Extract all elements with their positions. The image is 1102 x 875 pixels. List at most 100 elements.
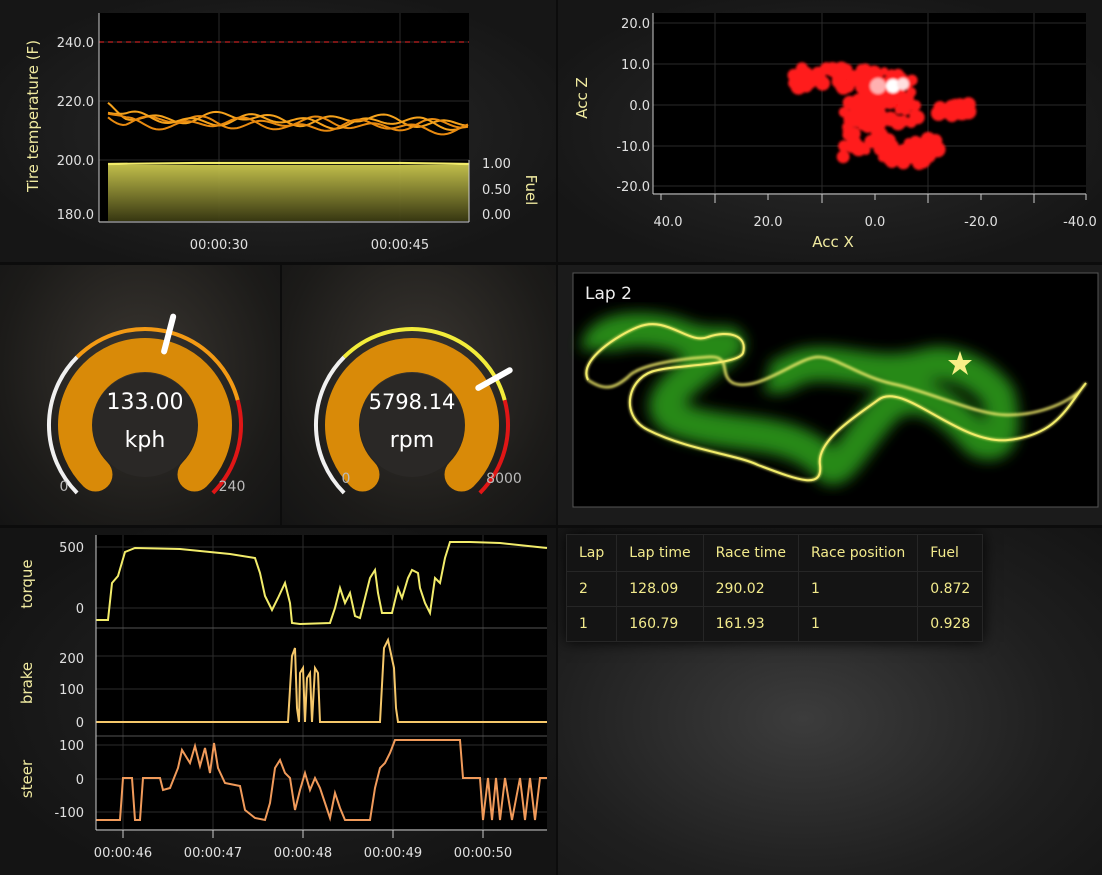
cell-lap-time: 128.09	[616, 571, 704, 607]
acc-point	[884, 148, 894, 158]
brake-tick: 200	[59, 652, 84, 667]
x-tick: 00:00:30	[190, 238, 248, 253]
acc-point	[836, 150, 850, 164]
acc-point	[860, 87, 870, 96]
cell-fuel: 0.872	[917, 571, 984, 607]
acc-point	[862, 100, 875, 113]
rpm-gauge[interactable]: 5798.14 rpm 0 8000	[282, 265, 556, 525]
y-tick: 20.0	[621, 17, 650, 32]
column-header-race-time[interactable]: Race time	[702, 534, 800, 572]
acc-point	[906, 87, 917, 98]
acc-point	[885, 96, 896, 108]
x-tick-marks	[660, 194, 1087, 203]
y-axis-label: Acc Z	[573, 77, 591, 119]
y-tick: 220.0	[57, 95, 94, 110]
acc-point	[799, 79, 813, 93]
acc-point	[906, 154, 916, 164]
column-header-fuel[interactable]: Fuel	[917, 534, 984, 572]
acc-point	[792, 69, 805, 82]
torque-tick: 0	[76, 602, 84, 617]
speed-gauge-panel: 133.00 kph 0 240	[0, 265, 280, 525]
acc-point	[909, 135, 922, 148]
fuel-line	[107, 161, 470, 166]
x-tick: 00:00:50	[454, 846, 512, 861]
acc-point	[845, 111, 858, 124]
fuel-tick: 0.00	[482, 208, 511, 223]
cell-fuel: 0.928	[917, 606, 984, 642]
acc-point	[846, 70, 856, 79]
fuel-tick: 0.50	[482, 183, 511, 198]
acc-point-current	[870, 78, 886, 94]
x-tick: 0.0	[865, 215, 886, 230]
column-header-lap-time[interactable]: Lap time	[616, 534, 704, 572]
acc-point	[873, 131, 882, 140]
torque-tick: 500	[59, 541, 84, 556]
x-tick: 00:00:49	[364, 846, 422, 861]
signals-chart[interactable]: 500 0 200 100 0 100 0 -100 00:00:46 00:0…	[0, 528, 556, 875]
acceleration-panel: 20.0 10.0 0.0 -10.0 -20.0 40.0 20.0 0.0 …	[558, 0, 1102, 262]
y-tick: -10.0	[616, 140, 650, 155]
cell-lap: 1	[565, 606, 618, 642]
track-map-panel: Lap 2	[558, 265, 1102, 525]
speed-unit: kph	[125, 428, 166, 453]
acc-point	[842, 129, 853, 141]
rpm-gauge-panel: 5798.14 rpm 0 8000	[282, 265, 556, 525]
x-tick: 40.0	[654, 215, 683, 230]
cell-race-time: 161.93	[702, 606, 800, 642]
acc-point	[829, 65, 843, 79]
y-tick: 0.0	[629, 99, 650, 114]
rpm-unit: rpm	[390, 428, 434, 453]
lap-title: Lap 2	[585, 284, 632, 304]
x-tick: 00:00:45	[371, 238, 429, 253]
fuel-tick: 1.00	[482, 157, 511, 172]
x-tick: -40.0	[1063, 215, 1097, 230]
y-axis-label: Tire temperature (F)	[24, 40, 42, 193]
y-tick: 200.0	[57, 154, 94, 169]
acc-point	[894, 106, 903, 115]
cell-lap: 2	[565, 571, 618, 607]
tire-temperature-panel: 240.0 220.0 200.0 180.0 1.00 0.50 0.00 0…	[0, 0, 556, 262]
x-axis-label: Acc X	[812, 233, 854, 251]
steer-tick: 0	[76, 773, 84, 788]
brake-tick: 0	[76, 716, 84, 731]
cell-race-position: 1	[798, 571, 919, 607]
speed-gauge[interactable]: 133.00 kph 0 240	[0, 265, 280, 525]
brake-label: brake	[18, 662, 36, 704]
x-tick: 00:00:47	[184, 846, 242, 861]
steer-tick: -100	[54, 806, 84, 821]
cell-race-time: 290.02	[702, 571, 800, 607]
gauge-max: 240	[219, 479, 246, 495]
x-tick: 00:00:46	[94, 846, 152, 861]
gauge-min: 0	[342, 471, 351, 487]
acc-point	[931, 109, 940, 118]
table-row[interactable]: 2 128.09 290.02 1 0.872	[565, 571, 984, 607]
brake-tick: 100	[59, 683, 84, 698]
speed-value: 133.00	[107, 390, 184, 415]
acceleration-scatter-chart[interactable]: 20.0 10.0 0.0 -10.0 -20.0 40.0 20.0 0.0 …	[558, 0, 1102, 262]
x-tick: -20.0	[964, 215, 998, 230]
gauge-min: 0	[60, 479, 69, 495]
acc-point	[910, 100, 920, 110]
acc-point-current	[897, 78, 909, 90]
track-map[interactable]	[558, 265, 1102, 525]
table-row[interactable]: 1 160.79 161.93 1 0.928	[565, 606, 984, 642]
cell-lap-time: 160.79	[616, 606, 704, 642]
lap-table: Lap Lap time Race time Race position Fue…	[565, 534, 984, 642]
x-tick: 20.0	[754, 215, 783, 230]
torque-label: torque	[18, 559, 36, 608]
column-header-race-position[interactable]: Race position	[798, 534, 919, 572]
y-tick: 240.0	[57, 36, 94, 51]
plot-area	[96, 535, 547, 829]
steer-label: steer	[18, 759, 36, 798]
tire-temperature-chart[interactable]: 240.0 220.0 200.0 180.0 1.00 0.50 0.00 0…	[0, 0, 556, 262]
acc-point	[834, 78, 849, 93]
lap-table-panel: Lap Lap time Race time Race position Fue…	[558, 528, 1102, 875]
gauge-face	[360, 373, 464, 477]
fuel-axis-label: Fuel	[522, 175, 540, 206]
cell-race-position: 1	[798, 606, 919, 642]
column-header-lap[interactable]: Lap	[565, 534, 618, 572]
acc-point	[861, 121, 872, 133]
acc-point	[956, 99, 968, 111]
fuel-area	[108, 165, 469, 221]
acc-point	[944, 99, 960, 116]
